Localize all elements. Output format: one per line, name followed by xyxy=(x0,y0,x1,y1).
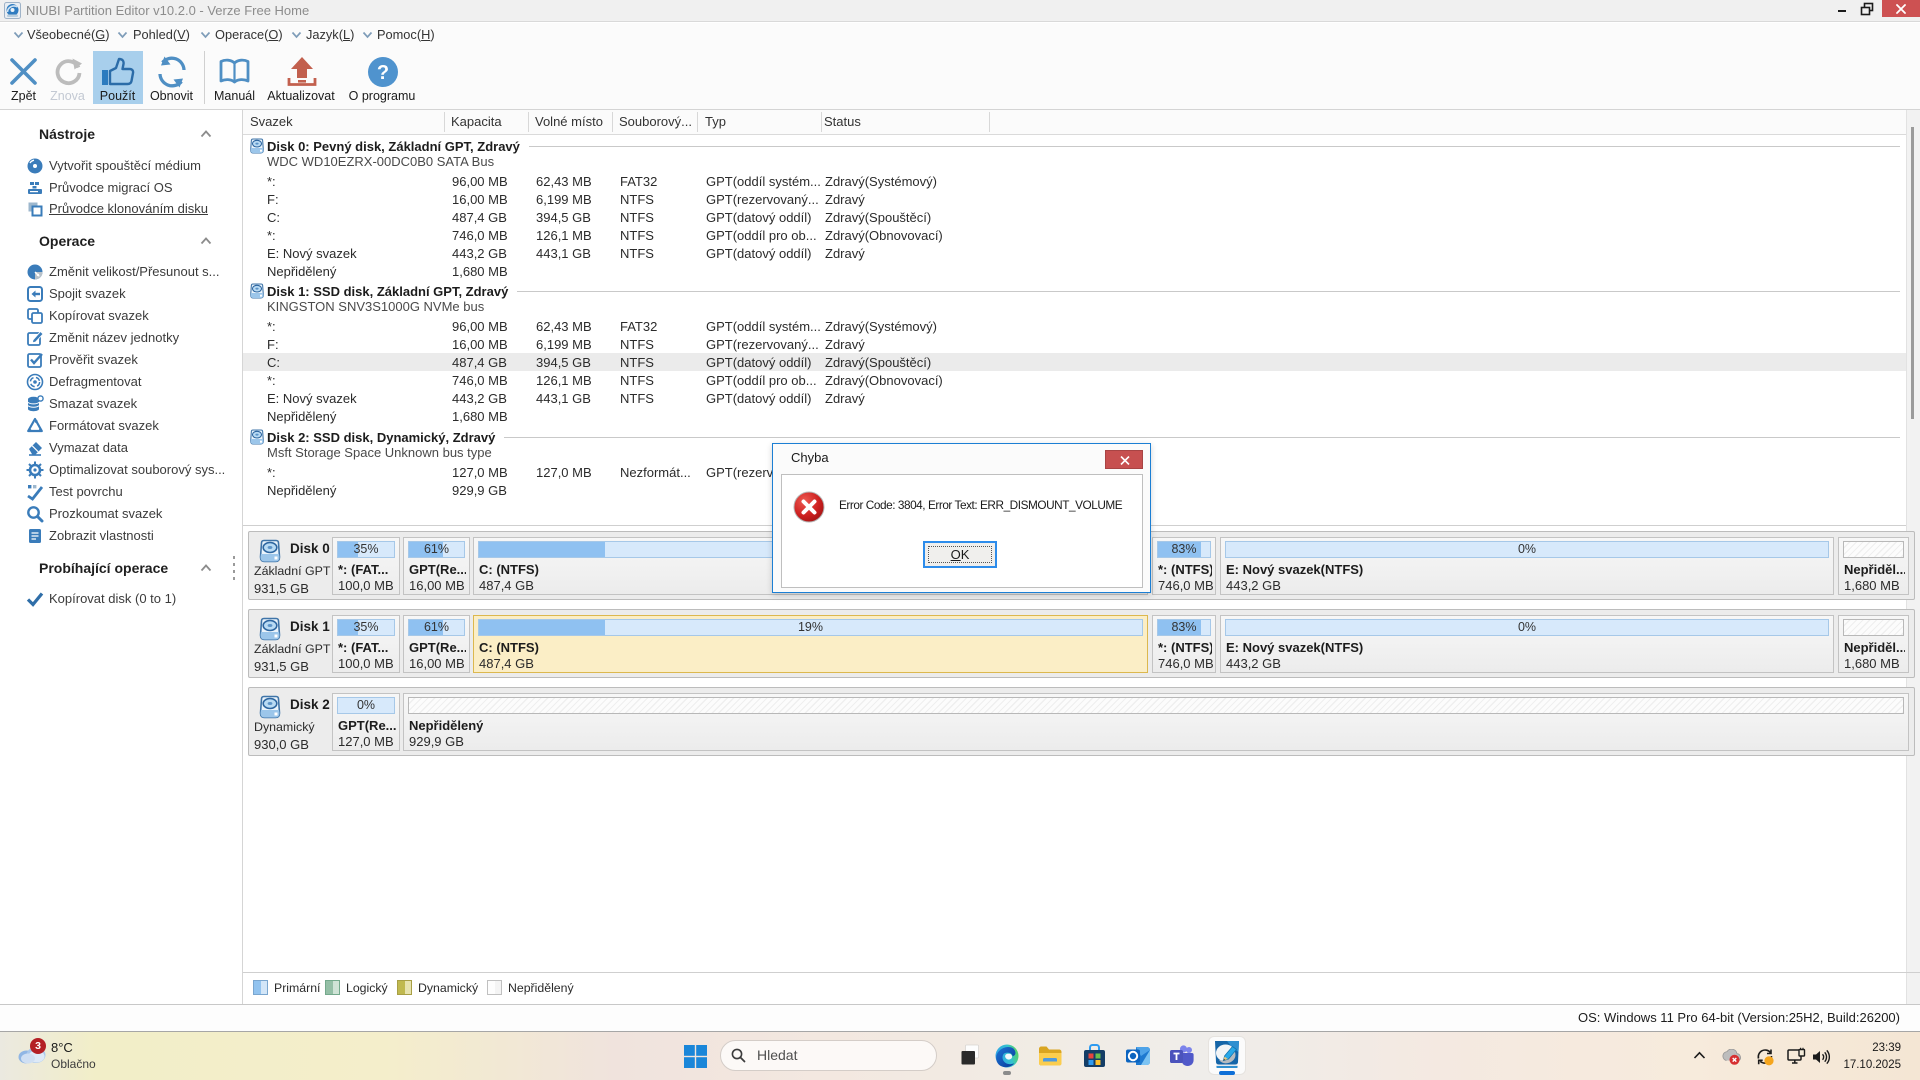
svg-text:?: ? xyxy=(377,62,389,84)
